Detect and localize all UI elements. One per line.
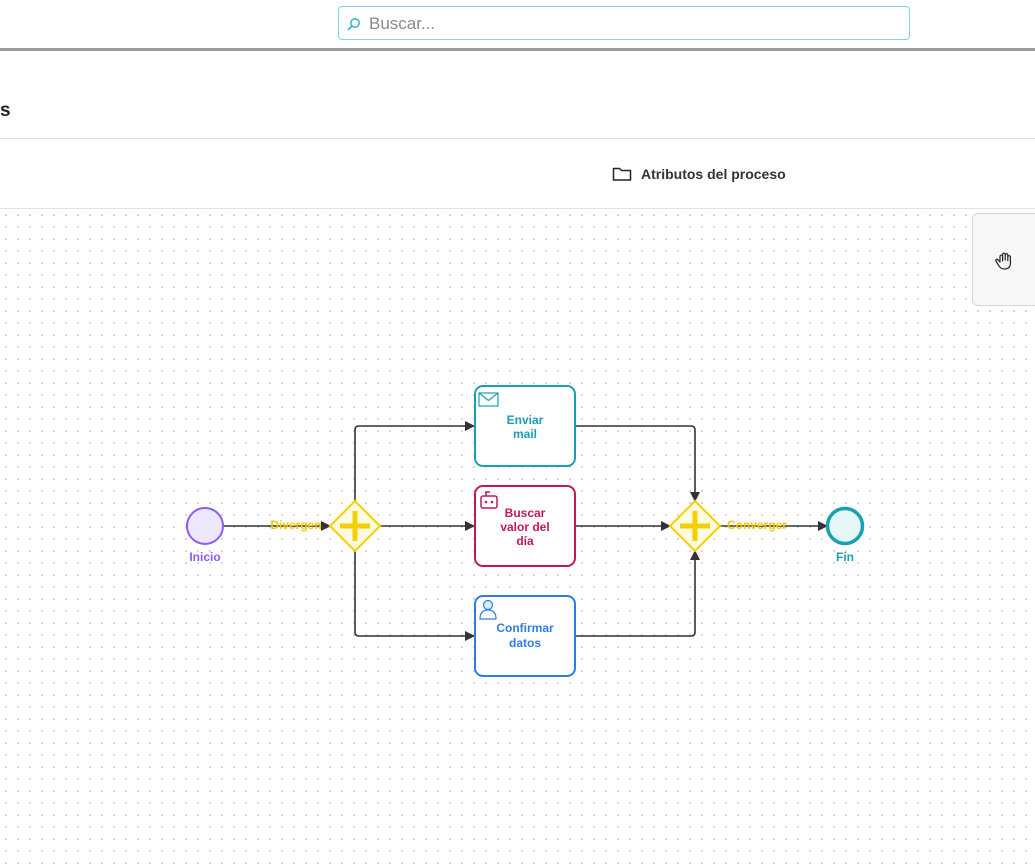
converge-gateway-label: Converger [727, 518, 787, 532]
flow-diverge-to-user[interactable] [354, 551, 475, 641]
divider [0, 138, 1035, 139]
task-send-mail[interactable]: Enviar mail [474, 385, 576, 467]
folder-icon [612, 167, 632, 181]
start-event[interactable]: Inicio [186, 507, 224, 564]
hand-icon[interactable] [994, 250, 1016, 272]
end-event[interactable]: Fin [825, 506, 865, 565]
search-box[interactable] [338, 6, 910, 40]
converge-gateway[interactable]: Converger [668, 499, 787, 553]
tool-palette [972, 213, 1035, 306]
diverge-gateway-label: Divergen [270, 518, 321, 532]
task-label-line2: datos [509, 636, 541, 650]
diagram-canvas[interactable]: Inicio Divergen Enviar mail Buscar valor… [0, 209, 1035, 864]
task-label-line1: Enviar [507, 413, 544, 427]
flow-user-to-converge[interactable] [576, 550, 700, 637]
search-icon [347, 18, 360, 31]
task-label-line1: Buscar [505, 506, 546, 520]
bpmn-diagram: Inicio Divergen Enviar mail Buscar valor… [186, 385, 865, 677]
flow-diverge-to-mail[interactable] [354, 421, 475, 501]
task-label-line2: valor del [500, 520, 549, 534]
search-input[interactable] [367, 11, 901, 37]
task-label-line3: día [516, 534, 534, 548]
task-label-line1: Confirmar [496, 621, 554, 635]
task-fetch-daily-value[interactable]: Buscar valor del día [474, 485, 576, 567]
top-bar [0, 0, 1035, 51]
task-label-line2: mail [513, 427, 537, 441]
flow-mail-to-converge[interactable] [576, 425, 700, 502]
task-confirm-data[interactable]: Confirmar datos [474, 595, 576, 677]
process-attributes-label: Atributos del proceso [641, 166, 786, 182]
page-title: s [0, 100, 11, 121]
start-event-label: Inicio [189, 550, 220, 564]
process-attributes-button[interactable]: Atributos del proceso [612, 162, 786, 186]
end-event-label: Fin [836, 550, 854, 564]
